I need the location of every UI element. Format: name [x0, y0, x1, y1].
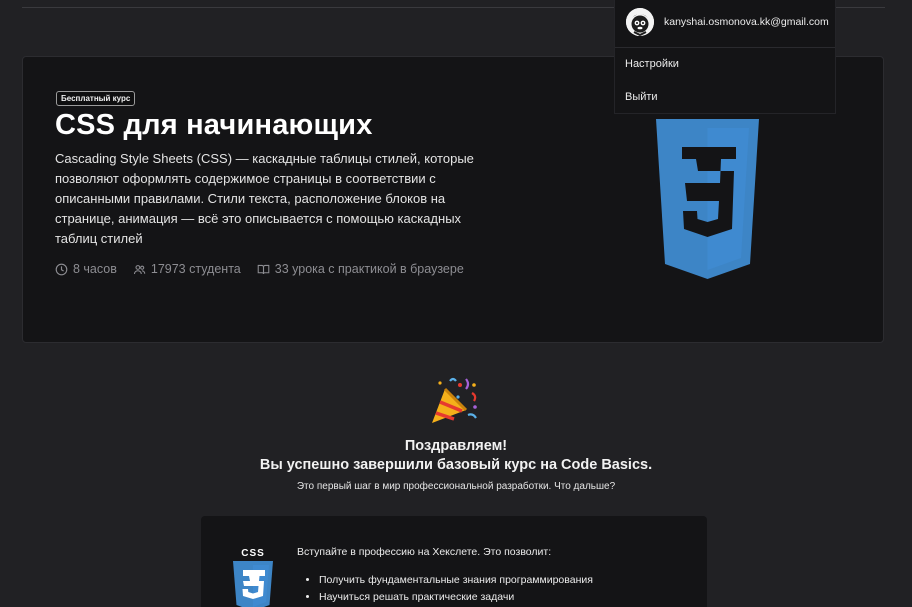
congrats-heading: Поздравляем! Вы успешно завершили базовы…	[0, 437, 912, 475]
students-meta: 17973 студента	[133, 262, 241, 276]
menu-item-logout[interactable]: Выйти	[625, 91, 658, 103]
user-dropdown-menu: kanyshai.osmonova.kk@gmail.com Настройки…	[614, 0, 836, 114]
users-icon	[133, 264, 146, 274]
clock-icon	[55, 263, 68, 275]
party-popper-icon	[432, 377, 477, 423]
congrats-subtitle: Это первый шаг в мир профессиональной ра…	[296, 481, 616, 492]
avatar-image	[626, 8, 654, 36]
hexlet-promo-card: CSS Вступайте в профессию на Хекслете. Э…	[201, 516, 707, 607]
promo-benefits-list: Получить фундаментальные знания программ…	[297, 572, 593, 606]
list-item: Получить фундаментальные знания программ…	[319, 572, 593, 589]
duration-text: 8 часов	[73, 262, 117, 276]
course-meta: 8 часов 17973 студента 33 урока с практи…	[55, 262, 464, 276]
menu-item-settings[interactable]: Настройки	[625, 58, 679, 70]
book-icon	[257, 264, 270, 274]
user-info-row[interactable]: kanyshai.osmonova.kk@gmail.com	[615, 0, 835, 48]
duration-meta: 8 часов	[55, 262, 117, 276]
free-course-badge: Бесплатный курс	[56, 91, 136, 106]
css3-small-logo-icon: CSS	[233, 548, 273, 607]
list-item: Научиться решать практические задачи	[319, 589, 593, 606]
course-title: CSS для начинающих	[55, 109, 373, 141]
css3-logo-icon	[656, 119, 759, 279]
page: Бесплатный курс CSS для начинающих Casca…	[0, 0, 912, 607]
lessons-meta: 33 урока с практикой в браузере	[257, 262, 464, 276]
students-text: 17973 студента	[150, 262, 241, 276]
user-email: kanyshai.osmonova.kk@gmail.com	[664, 16, 829, 28]
promo-intro-text: Вступайте в профессию на Хекслете. Это п…	[297, 546, 552, 558]
promo-logo-label: CSS	[241, 548, 265, 559]
avatar	[626, 8, 654, 36]
congrats-line-1: Поздравляем!	[404, 438, 508, 454]
lessons-text: 33 урока с практикой в браузере	[274, 262, 464, 276]
course-description: Cascading Style Sheets (CSS) — каскадные…	[55, 151, 474, 246]
congrats-line-2: Вы успешно завершили базовый курс на Cod…	[259, 457, 653, 473]
